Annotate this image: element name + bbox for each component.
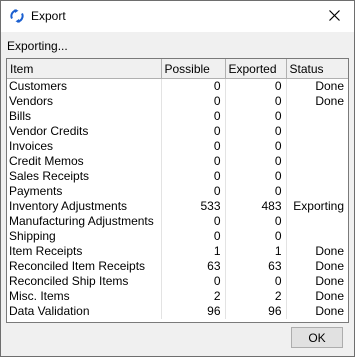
table-row[interactable]: Misc. Items 2 2 Done bbox=[7, 288, 348, 304]
cell-possible: 0 bbox=[161, 168, 226, 184]
cell-item: Invoices bbox=[7, 138, 162, 154]
cell-possible: 96 bbox=[161, 303, 226, 319]
ok-button[interactable]: OK bbox=[291, 327, 343, 348]
title-bar: Export bbox=[1, 1, 354, 32]
cell-possible: 533 bbox=[161, 198, 226, 214]
cell-status: Done bbox=[315, 79, 344, 94]
cell-exported: 1 bbox=[225, 243, 287, 259]
cell-exported: 0 bbox=[225, 108, 287, 124]
cell-possible: 63 bbox=[161, 258, 226, 274]
cell-status bbox=[286, 124, 348, 139]
cell-status: Done bbox=[315, 289, 344, 303]
table-row[interactable]: Reconciled Item Receipts 63 63 Done bbox=[7, 258, 348, 274]
cell-exported: 483 bbox=[225, 198, 287, 214]
cell-exported: 0 bbox=[225, 228, 287, 244]
sync-icon bbox=[10, 9, 24, 23]
cell-status: Done bbox=[315, 259, 344, 273]
close-button[interactable] bbox=[314, 1, 354, 32]
cell-status: Done bbox=[315, 274, 344, 288]
cell-possible: 0 bbox=[161, 138, 226, 154]
table-row[interactable]: Bills 0 0 bbox=[7, 108, 348, 124]
cell-exported: 0 bbox=[225, 213, 287, 229]
cell-item: Reconciled Item Receipts bbox=[7, 258, 162, 274]
table-row[interactable]: Manufacturing Adjustments 0 0 bbox=[7, 213, 348, 229]
table-row[interactable]: Reconciled Ship Items 0 0 Done bbox=[7, 273, 348, 289]
close-icon bbox=[328, 9, 340, 24]
cell-item: Customers bbox=[7, 78, 162, 94]
column-header-possible[interactable]: Possible bbox=[161, 59, 226, 79]
cell-status bbox=[286, 214, 348, 229]
cell-item: Vendor Credits bbox=[7, 123, 162, 139]
header-row: Item Possible Exported Status bbox=[7, 59, 348, 79]
cell-item: Reconciled Ship Items bbox=[7, 273, 162, 289]
table-row[interactable]: Inventory Adjustments 533 483 Exporting bbox=[7, 198, 348, 214]
cell-exported: 96 bbox=[225, 303, 287, 319]
table-row[interactable]: Item Receipts 1 1 Done bbox=[7, 243, 348, 259]
cell-exported: 63 bbox=[225, 258, 287, 274]
table-row[interactable]: Customers 0 0 Done bbox=[7, 78, 348, 94]
cell-status: Done bbox=[315, 94, 344, 108]
cell-status bbox=[286, 139, 348, 154]
cell-exported: 0 bbox=[225, 273, 287, 289]
cell-status bbox=[286, 229, 348, 244]
cell-possible: 0 bbox=[161, 213, 226, 229]
cell-possible: 0 bbox=[161, 153, 226, 169]
table-row[interactable]: Vendors 0 0 Done bbox=[7, 93, 348, 109]
cell-exported: 0 bbox=[225, 123, 287, 139]
cell-item: Misc. Items bbox=[7, 288, 162, 304]
cell-possible: 2 bbox=[161, 288, 226, 304]
column-header-exported[interactable]: Exported bbox=[225, 59, 287, 79]
cell-possible: 0 bbox=[161, 108, 226, 124]
table-row[interactable]: Invoices 0 0 bbox=[7, 138, 348, 154]
window-title: Export bbox=[31, 9, 66, 23]
cell-status bbox=[286, 109, 348, 124]
cell-status: Exporting bbox=[293, 199, 344, 213]
column-header-item[interactable]: Item bbox=[7, 59, 162, 79]
cell-status bbox=[286, 169, 348, 184]
cell-item: Manufacturing Adjustments bbox=[7, 213, 162, 229]
table-row[interactable]: Vendor Credits 0 0 bbox=[7, 123, 348, 139]
cell-item: Bills bbox=[7, 108, 162, 124]
cell-item: Inventory Adjustments bbox=[7, 198, 162, 214]
table-row[interactable]: Sales Receipts 0 0 bbox=[7, 168, 348, 184]
cell-possible: 0 bbox=[161, 228, 226, 244]
cell-possible: 0 bbox=[161, 123, 226, 139]
cell-possible: 0 bbox=[161, 78, 226, 94]
cell-exported: 2 bbox=[225, 288, 287, 304]
column-header-status[interactable]: Status bbox=[286, 59, 348, 79]
cell-possible: 0 bbox=[161, 183, 226, 199]
cell-item: Vendors bbox=[7, 93, 162, 109]
cell-exported: 0 bbox=[225, 168, 287, 184]
cell-item: Sales Receipts bbox=[7, 168, 162, 184]
table-row[interactable]: Credit Memos 0 0 bbox=[7, 153, 348, 169]
cell-possible: 0 bbox=[161, 273, 226, 289]
cell-item: Item Receipts bbox=[7, 243, 162, 259]
cell-status bbox=[286, 184, 348, 199]
cell-exported: 0 bbox=[225, 78, 287, 94]
export-dialog: Export Exporting... Item Possible Export… bbox=[0, 0, 355, 357]
cell-item: Data Validation bbox=[7, 303, 162, 319]
cell-item: Payments bbox=[7, 183, 162, 199]
cell-status: Done bbox=[315, 244, 344, 258]
cell-possible: 0 bbox=[161, 93, 226, 109]
cell-status: Done bbox=[315, 304, 344, 318]
export-grid: Item Possible Exported Status Customers 0… bbox=[6, 58, 349, 323]
table-row[interactable]: Data Validation 96 96 Done bbox=[7, 303, 348, 319]
table-row[interactable]: Payments 0 0 bbox=[7, 183, 348, 199]
cell-item: Credit Memos bbox=[7, 153, 162, 169]
cell-exported: 0 bbox=[225, 93, 287, 109]
cell-exported: 0 bbox=[225, 183, 287, 199]
cell-exported: 0 bbox=[225, 153, 287, 169]
cell-exported: 0 bbox=[225, 138, 287, 154]
status-label: Exporting... bbox=[7, 39, 68, 53]
cell-possible: 1 bbox=[161, 243, 226, 259]
cell-status bbox=[286, 154, 348, 169]
cell-item: Shipping bbox=[7, 228, 162, 244]
table-row[interactable]: Shipping 0 0 bbox=[7, 228, 348, 244]
